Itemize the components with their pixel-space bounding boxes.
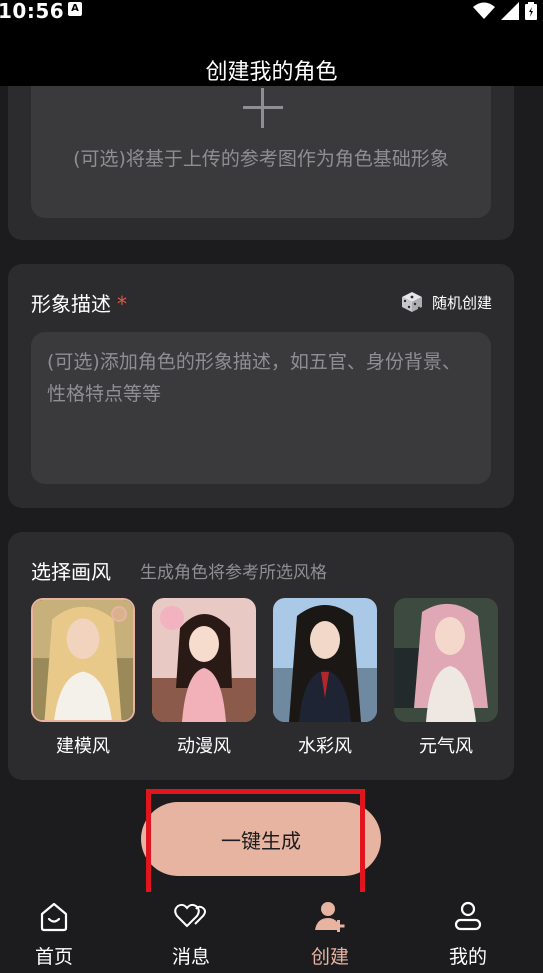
nav-item-messages[interactable]: 消息 (146, 898, 236, 969)
style-card: 选择画风 生成角色将参考所选风格 建模风 动漫风 水彩风 元气风 (8, 532, 514, 780)
nav-item-home[interactable]: 首页 (9, 898, 99, 969)
style-thumbnail (273, 598, 377, 722)
description-title-text: 形象描述 (31, 292, 111, 316)
style-title: 选择画风 (31, 560, 111, 584)
upload-card: (可选)将基于上传的参考图作为角色基础形象 (8, 86, 514, 240)
signal-icon (501, 2, 519, 20)
nav-label: 创建 (310, 946, 349, 968)
style-thumbnail (394, 598, 498, 722)
create-user-icon (315, 902, 345, 932)
highlight-box (146, 789, 365, 897)
description-placeholder: (可选)添加角色的形象描述，如五官、身份背景、性格特点等等 (47, 351, 461, 405)
style-thumbnail (152, 598, 256, 722)
page-title: 创建我的角色 (205, 60, 338, 85)
profile-icon (454, 901, 482, 931)
description-card: 形象描述 * 随机创建 (可选)添加角色的形象描述，如五官、身份背景、性格特点等等 (8, 264, 514, 508)
status-icons (473, 2, 537, 20)
wifi-icon (473, 2, 495, 19)
style-label: 元气风 (419, 736, 473, 757)
random-create-button[interactable]: 随机创建 (400, 290, 492, 314)
style-option-vitality[interactable]: 元气风 (394, 598, 498, 758)
style-label: 建模风 (56, 736, 110, 757)
nav-label: 首页 (34, 946, 73, 968)
style-option-watercolor[interactable]: 水彩风 (273, 598, 377, 758)
description-input[interactable]: (可选)添加角色的形象描述，如五官、身份背景、性格特点等等 (31, 332, 491, 484)
battery-icon (525, 2, 537, 20)
style-subtitle: 生成角色将参考所选风格 (140, 563, 327, 583)
upload-reference-image-button[interactable]: (可选)将基于上传的参考图作为角色基础形象 (31, 86, 491, 218)
dice-icon (401, 292, 422, 312)
style-option-anime[interactable]: 动漫风 (152, 598, 256, 758)
nav-label: 我的 (448, 946, 487, 968)
home-icon (40, 902, 68, 932)
header: 创建我的角色 (0, 24, 543, 86)
style-thumbnail (31, 598, 135, 722)
nav-item-profile[interactable]: 我的 (423, 898, 513, 969)
description-title: 形象描述 * (31, 288, 127, 317)
style-label: 动漫风 (177, 736, 231, 757)
upload-hint: (可选)将基于上传的参考图作为角色基础形象 (73, 148, 449, 170)
status-time: 10:56 (0, 0, 65, 23)
required-mark: * (117, 292, 127, 316)
status-bar: 10:56 A (0, 0, 543, 24)
notification-icon: A (68, 2, 82, 16)
random-create-label: 随机创建 (431, 293, 492, 312)
bottom-nav: 首页 消息 创建 我的 (0, 892, 543, 973)
heart-message-icon (174, 903, 206, 928)
nav-item-create[interactable]: 创建 (285, 898, 375, 969)
style-option-modeling[interactable]: 建模风 (31, 598, 135, 758)
nav-label: 消息 (171, 946, 210, 968)
style-label: 水彩风 (298, 736, 352, 757)
